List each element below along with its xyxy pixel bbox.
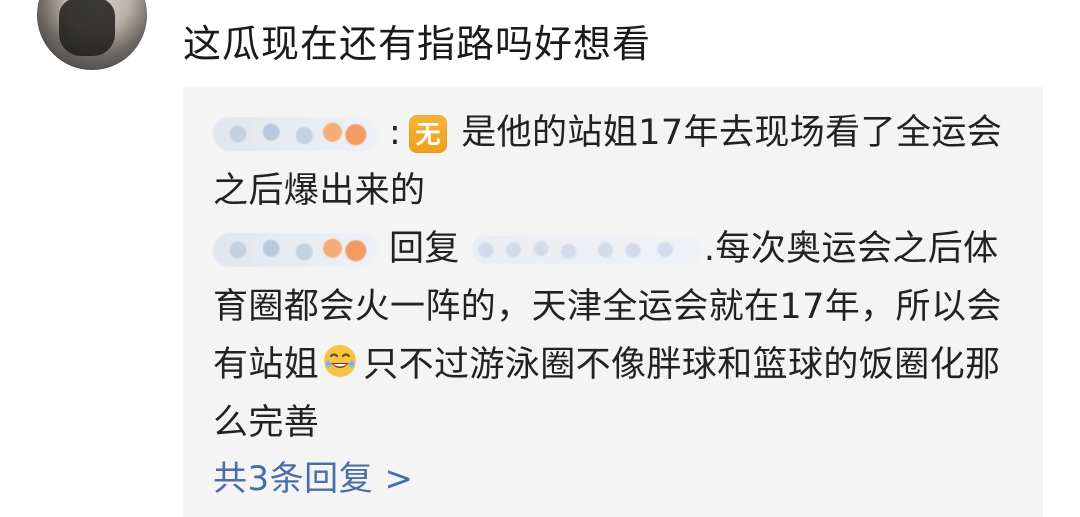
more-replies-link[interactable]: 共3条回复 > (213, 459, 413, 499)
reply-card: : 无是他的站姐17年去现场看了全运会之后爆出来的 回复 .每次奥运会之后体育圈都会… (183, 87, 1043, 517)
main-comment-text: 这瓜现在还有指路吗好想看 (183, 22, 652, 66)
avatar[interactable] (37, 0, 147, 70)
blurred-username (213, 233, 379, 267)
comment-thread-screen: 这瓜现在还有指路吗好想看 : 无是他的站姐17年去现场看了全运会之后爆出来的 回复… (0, 0, 1080, 517)
laughing-crying-face-icon (324, 345, 357, 377)
reply-item-1: : 无是他的站姐17年去现场看了全运会之后爆出来的 (213, 104, 1003, 220)
blurred-username (213, 117, 379, 151)
reply-item-2: 回复 .每次奥运会之后体育圈都会火一阵的，天津全运会就在17年，所以会有站姐 只不… (213, 220, 1003, 452)
reply-colon: : (389, 113, 402, 153)
mu-badge-icon: 无 (409, 115, 448, 153)
blurred-reply-target (471, 236, 702, 264)
reply-label: 回复 (389, 229, 460, 269)
